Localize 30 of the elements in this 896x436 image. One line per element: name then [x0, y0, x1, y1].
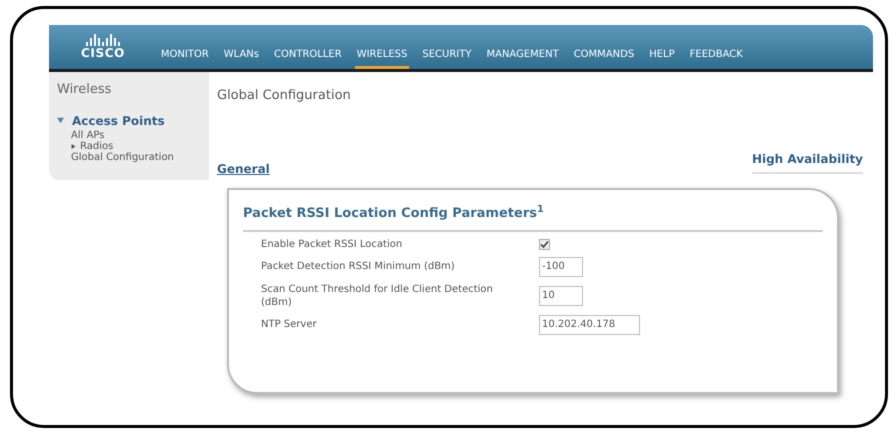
- nav-tab[interactable]: FEEDBACK: [688, 47, 745, 69]
- nav-tab[interactable]: MANAGEMENT: [484, 47, 561, 69]
- panel-title: Packet RSSI Location Config Parameters$^{1}$: [243, 204, 823, 232]
- sidebar-title: Wireless: [57, 81, 112, 99]
- nav-tab[interactable]: CONTROLLER: [272, 47, 344, 69]
- nav-tab[interactable]: MONITOR: [158, 47, 211, 69]
- section-tab[interactable]: High Availability: [752, 150, 863, 174]
- right-triangle-icon[interactable]: [71, 144, 76, 148]
- nav-tab[interactable]: HELP: [647, 47, 677, 69]
- sidebar-item[interactable]: Global Configuration: [71, 152, 174, 162]
- field-label: NTP Server: [261, 318, 317, 331]
- nav-tab[interactable]: COMMANDS: [572, 47, 636, 69]
- input-field[interactable]: 10.202.40.178: [539, 314, 640, 334]
- down-triangle-icon[interactable]: [57, 117, 64, 124]
- input-field[interactable]: -100: [539, 256, 583, 276]
- logo-bars-icon: [86, 34, 120, 47]
- input-field[interactable]: 10: [539, 286, 583, 306]
- page-title: Global Configuration: [217, 87, 352, 105]
- nav-tab[interactable]: SECURITY: [420, 47, 474, 69]
- field-label: Enable Packet RSSI Location: [261, 238, 402, 250]
- sidebar-item[interactable]: All APs: [71, 130, 104, 140]
- checkbox[interactable]: [539, 238, 550, 250]
- sidebar-item[interactable]: Access Points: [72, 112, 165, 130]
- sidebar-item[interactable]: Radios: [80, 140, 114, 152]
- section-tab[interactable]: General: [217, 160, 270, 178]
- nav-tab[interactable]: WLANs: [222, 47, 262, 69]
- field-label: Scan Count Threshold for Idle Client Detection (dBm): [261, 282, 494, 308]
- field-label: Packet Detection RSSI Minimum (dBm): [261, 260, 455, 273]
- nav-tab[interactable]: WIRELESS: [354, 47, 410, 69]
- logo-text: CISCO: [81, 47, 125, 59]
